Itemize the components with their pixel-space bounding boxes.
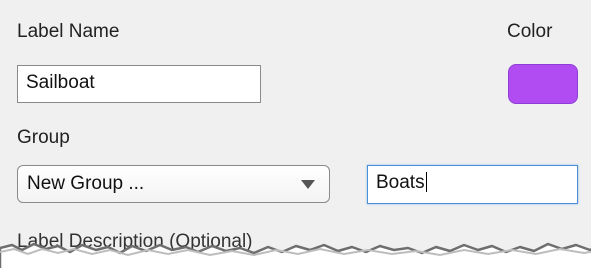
label-editor-panel: Label Name Color Sailboat Group New Grou… — [0, 0, 591, 268]
group-caption: Group — [17, 127, 70, 148]
chevron-down-icon[interactable] — [301, 180, 315, 189]
group-select-value: New Group ... — [27, 173, 145, 194]
text-caret — [425, 171, 427, 192]
label-name-value: Sailboat — [26, 72, 95, 93]
group-select[interactable]: New Group ... — [17, 165, 330, 203]
group-name-input[interactable]: Boats — [367, 165, 578, 204]
torn-edge-decoration — [0, 242, 591, 268]
color-caption: Color — [507, 21, 553, 42]
color-swatch-button[interactable] — [508, 64, 578, 104]
label-name-caption: Label Name — [17, 21, 120, 42]
label-name-input[interactable]: Sailboat — [17, 65, 261, 103]
group-name-value: Boats — [376, 172, 425, 193]
